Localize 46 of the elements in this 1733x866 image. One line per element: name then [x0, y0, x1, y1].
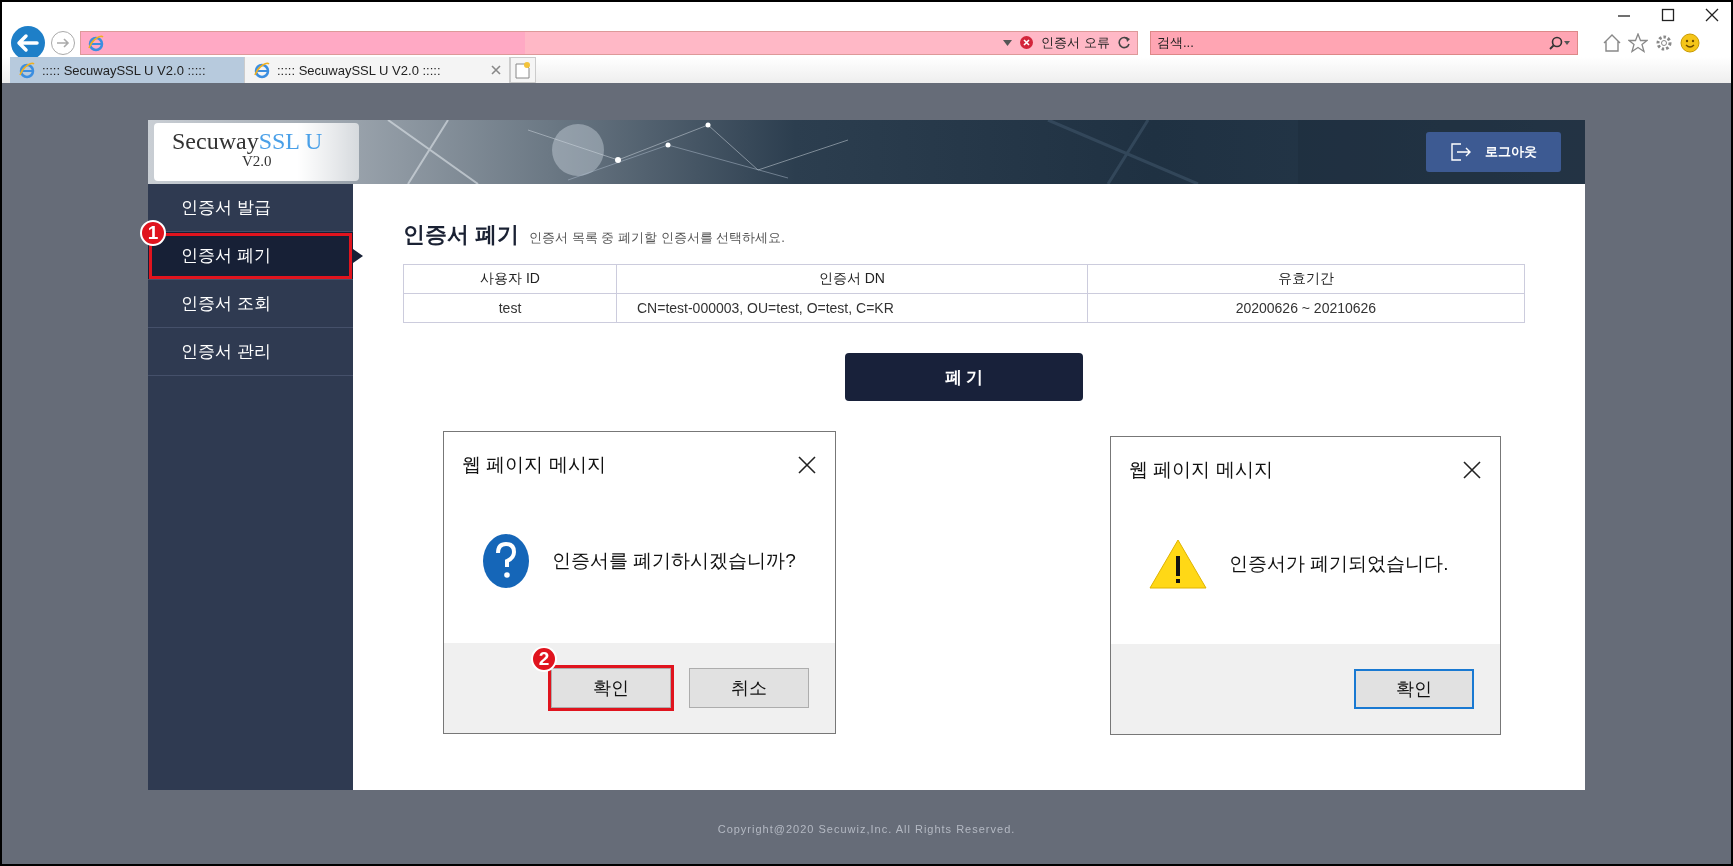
logout-button[interactable]: 로그아웃	[1426, 132, 1561, 172]
step-marker: 1	[140, 220, 166, 246]
dialog-button[interactable]: 확인	[551, 668, 671, 708]
browser-logo-icon	[87, 33, 105, 52]
home-icon[interactable]	[1602, 32, 1622, 53]
page-title: 인증서 폐기	[403, 221, 520, 249]
column-header: 사용자 ID	[403, 264, 617, 294]
table-cell: 20200626 ~ 20210626	[1087, 293, 1525, 323]
browser-tab[interactable]: ::::: SecuwaySSL U V2.0 :::::	[245, 57, 510, 83]
smiley-icon[interactable]	[1680, 32, 1700, 53]
column-header: 유효기간	[1087, 264, 1525, 294]
pointer-icon	[353, 249, 363, 263]
revoke-button[interactable]: 폐 기	[845, 353, 1083, 401]
copyright-text: Copyright@2020 Secuwiz,Inc. All Rights Reserved.	[717, 823, 1016, 835]
logout-icon	[1450, 143, 1471, 161]
dialog-message: 인증서를 폐기하시겠습니까?	[552, 548, 796, 573]
table-cell: test	[403, 293, 617, 323]
certificate-error-label[interactable]: 인증서 오류	[1041, 33, 1110, 52]
step-marker: 2	[531, 646, 557, 672]
close-icon[interactable]	[1705, 8, 1719, 22]
logo: SecuwaySSL U V2.0	[154, 123, 359, 181]
page-subtitle: 인증서 목록 중 폐기할 인증서를 선택하세요.	[529, 229, 785, 247]
dialog-title: 웹 페이지 메시지	[1129, 458, 1273, 482]
browser-logo-icon	[18, 61, 36, 79]
column-header: 인증서 DN	[616, 264, 1088, 294]
search-icon[interactable]	[1549, 35, 1571, 50]
dropdown-icon[interactable]	[1003, 39, 1013, 46]
dialog-button[interactable]: 확인	[1354, 669, 1474, 709]
warning-icon	[1149, 537, 1207, 590]
maximize-icon[interactable]	[1661, 8, 1675, 22]
dialog-message: 인증서가 폐기되었습니다.	[1229, 551, 1449, 576]
refresh-icon[interactable]	[1118, 36, 1131, 49]
dialog-title: 웹 페이지 메시지	[462, 453, 606, 477]
close-icon[interactable]	[1462, 460, 1482, 480]
sidebar-item[interactable]: 인증서 조회	[148, 280, 353, 328]
dialog-button[interactable]: 취소	[689, 668, 809, 708]
search-field[interactable]: 검색...	[1150, 30, 1578, 55]
star-icon[interactable]	[1628, 32, 1648, 53]
table-cell: CN=test-000003, OU=test, O=test, C=KR	[616, 293, 1088, 323]
error-icon	[1020, 36, 1034, 49]
close-icon[interactable]	[797, 455, 817, 475]
browser-logo-icon	[253, 61, 271, 79]
browser-tab[interactable]: ::::: SecuwaySSL U V2.0 :::::	[10, 57, 245, 83]
sidebar-item[interactable]: 인증서 관리	[148, 328, 353, 376]
question-icon	[482, 532, 530, 589]
address-field[interactable]: 인증서 오류	[80, 30, 1138, 55]
